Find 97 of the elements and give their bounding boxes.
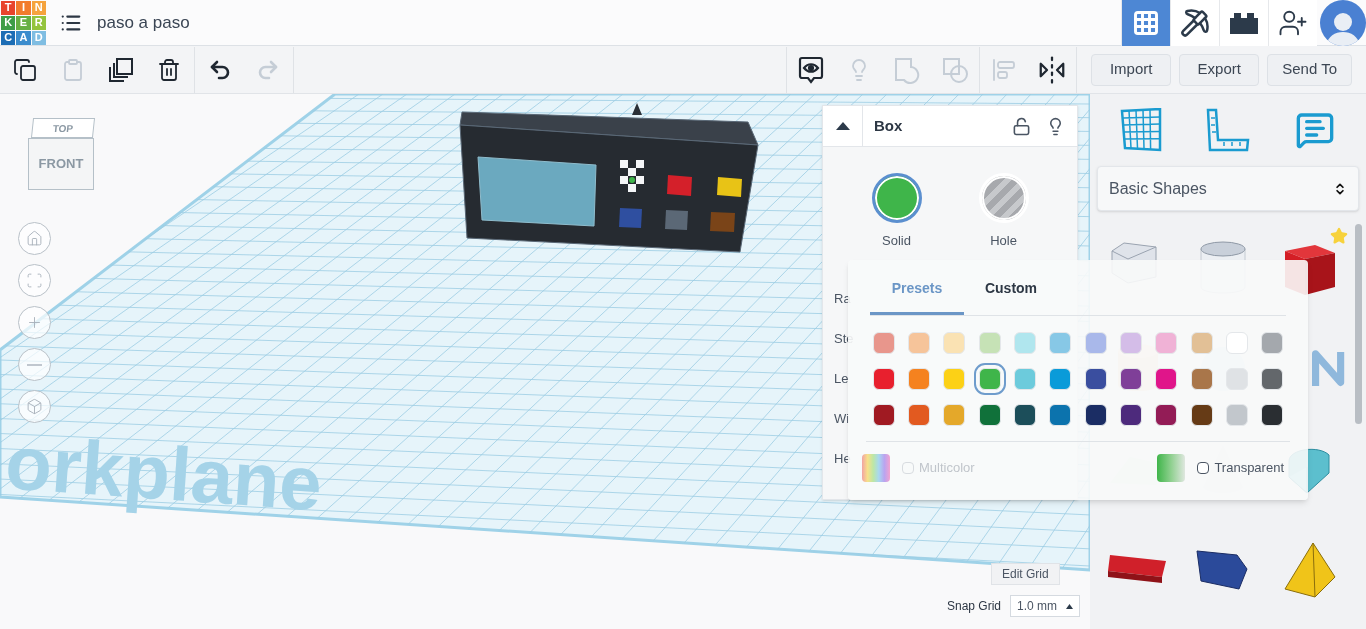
transparent-checkbox[interactable]: Transparent: [1197, 458, 1284, 478]
color-swatch[interactable]: [943, 404, 966, 426]
logo-letter: N: [31, 0, 46, 15]
color-swatch[interactable]: [872, 332, 895, 354]
color-swatch[interactable]: [1014, 332, 1036, 354]
color-swatch[interactable]: [1014, 404, 1036, 426]
category-select[interactable]: Basic Shapes: [1097, 166, 1359, 211]
logo-letter: C: [1, 30, 16, 45]
color-swatch[interactable]: [1084, 368, 1107, 390]
color-swatch[interactable]: [908, 404, 930, 426]
minus-icon: [27, 363, 42, 366]
color-swatch[interactable]: [1014, 368, 1036, 390]
copy-icon: [13, 57, 37, 82]
logo-letter: E: [16, 15, 31, 30]
toolbar-button[interactable]: Send To: [1267, 53, 1352, 86]
color-swatch[interactable]: [1190, 404, 1213, 426]
color-swatch[interactable]: [1120, 368, 1142, 390]
snap-grid-select[interactable]: 1.0 mm: [1010, 595, 1080, 617]
logo[interactable]: T I N K E R C A D: [1, 0, 46, 45]
star-icon: [1330, 227, 1348, 245]
color-swatch[interactable]: [1155, 332, 1178, 354]
grid-icon: [1132, 9, 1160, 37]
color-swatch[interactable]: [1261, 332, 1284, 354]
color-swatch[interactable]: [1049, 332, 1072, 354]
logo-letter: A: [16, 30, 31, 45]
overlapping-shapes-icon: [941, 55, 970, 84]
parameter-label: He: [833, 450, 849, 469]
plus-icon: [26, 314, 43, 331]
color-swatch[interactable]: [978, 404, 1001, 426]
color-swatch[interactable]: [1120, 404, 1142, 426]
toolbar-button[interactable]: Export: [1179, 53, 1260, 86]
caret-up-icon: [1066, 603, 1073, 609]
caret-up-icon: [835, 122, 850, 130]
fit-icon: [26, 272, 43, 289]
color-swatch[interactable]: [1190, 368, 1213, 390]
snap-grid-label: Snap Grid: [947, 598, 1002, 615]
shape-name: Box: [874, 115, 903, 136]
color-swatch[interactable]: [943, 332, 966, 354]
grid-nav-button[interactable]: [1121, 0, 1170, 46]
color-swatch[interactable]: [1084, 332, 1107, 354]
color-swatch[interactable]: [1084, 404, 1107, 426]
picker-tab[interactable]: Custom: [964, 260, 1058, 315]
color-swatch[interactable]: [908, 332, 930, 354]
brick-nav-button[interactable]: [1219, 0, 1268, 46]
rainbow-swatch: [862, 454, 890, 482]
add-user-icon: [1278, 8, 1308, 38]
eye-bubble-icon: [798, 55, 825, 84]
trash-icon: [157, 57, 181, 82]
workplane-label: orkplane: [2, 419, 325, 527]
align-icon: [992, 57, 1017, 82]
color-swatch[interactable]: [1261, 404, 1284, 426]
up-down-caret-icon: [1333, 181, 1347, 196]
logo-letter: K: [1, 15, 16, 30]
parameter-label: Wi: [833, 410, 849, 429]
color-swatch[interactable]: [943, 368, 966, 390]
hole-swatch: [978, 173, 1029, 223]
mode-option[interactable]: Solid: [871, 173, 922, 257]
pickaxe-nav-button[interactable]: [1170, 0, 1219, 46]
color-swatch[interactable]: [1226, 332, 1248, 354]
color-swatch[interactable]: [1261, 368, 1284, 390]
logo-letter: T: [1, 0, 16, 15]
logo-letter: D: [31, 30, 46, 45]
home-icon: [26, 230, 43, 247]
add-user-nav-button[interactable]: [1268, 0, 1317, 46]
unlock-icon: [1011, 116, 1031, 136]
transparency-swatch: [1157, 454, 1186, 482]
color-swatch[interactable]: [1226, 368, 1248, 390]
solid-swatch: [871, 173, 922, 223]
cube-icon: [26, 398, 43, 415]
stacked-squares-icon: [108, 56, 134, 83]
project-title: paso a paso: [97, 11, 190, 34]
logo-letter: I: [16, 0, 31, 15]
logo-letter: R: [31, 15, 46, 30]
parameter-label: Ra: [833, 290, 849, 309]
color-swatch[interactable]: [1226, 404, 1248, 426]
mode-option[interactable]: Hole: [978, 173, 1029, 257]
toolbar-button[interactable]: Import: [1091, 53, 1172, 86]
pickaxe-icon: [1180, 8, 1210, 38]
parameter-label: Le: [833, 370, 849, 389]
note-bubble-icon: [1294, 110, 1335, 150]
color-swatch[interactable]: [1049, 404, 1072, 426]
edit-grid-button[interactable]: Edit Grid: [991, 563, 1060, 585]
color-swatch[interactable]: [1120, 332, 1142, 354]
color-swatch[interactable]: [1155, 368, 1178, 390]
color-swatch[interactable]: [1049, 368, 1072, 390]
merged-shapes-icon: [893, 55, 922, 84]
color-swatch[interactable]: [978, 332, 1001, 354]
color-swatch[interactable]: [1155, 404, 1178, 426]
color-swatch[interactable]: [872, 404, 895, 426]
brick-icon: [1230, 12, 1258, 34]
color-swatch[interactable]: [872, 368, 895, 390]
clipboard-icon: [61, 57, 85, 82]
avatar[interactable]: [1320, 0, 1366, 46]
color-swatch[interactable]: [1190, 332, 1213, 354]
color-swatch[interactable]: [908, 368, 930, 390]
ruler-icon: [1206, 108, 1250, 152]
grid-plane-icon: [1119, 108, 1164, 152]
